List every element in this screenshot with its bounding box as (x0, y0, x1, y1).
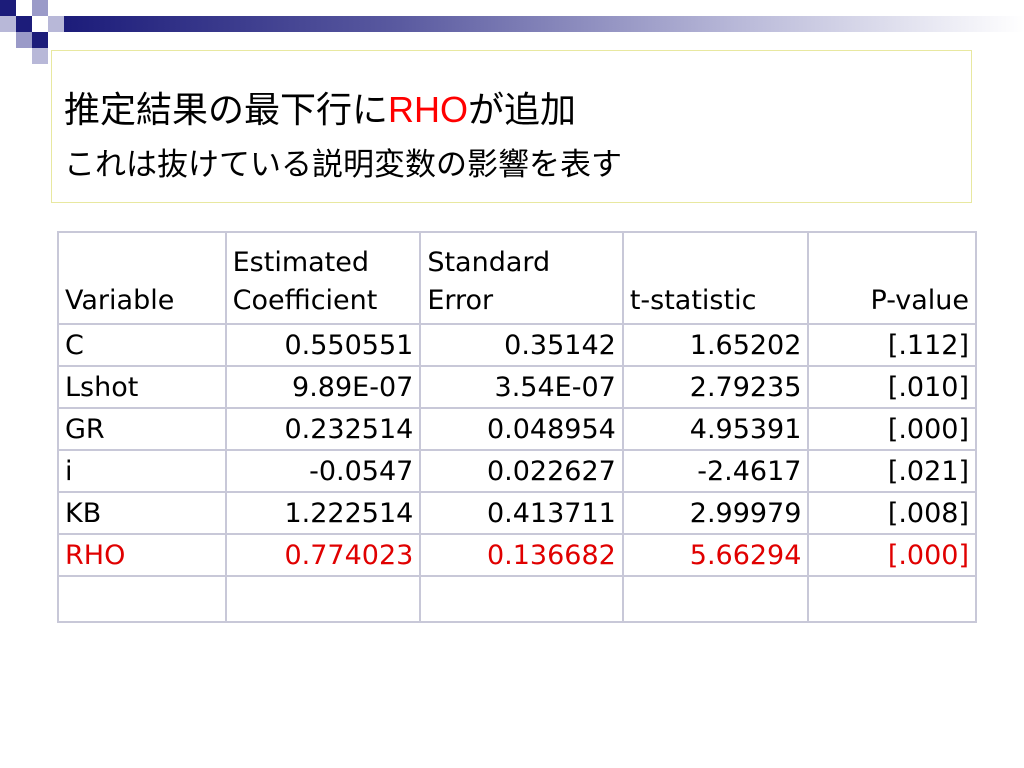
title-prefix: 推定結果の最下行に (64, 90, 389, 131)
p-value-cell: [.112] (807, 323, 977, 367)
std-error-cell: 0.136682 (419, 533, 624, 577)
empty-cell (419, 575, 624, 623)
coefficient-cell: 0.550551 (224, 323, 422, 367)
header-cell: Error (419, 278, 624, 325)
t-stat-cell: 5.66294 (621, 533, 810, 577)
coefficient-cell: 9.89E-07 (224, 365, 422, 409)
results-table: Estimated Standard Variable Coefficient … (57, 231, 977, 623)
variable-cell: C (57, 323, 227, 367)
t-stat-cell: 1.65202 (621, 323, 810, 367)
decor-square (48, 16, 64, 32)
decor-square (32, 16, 48, 32)
t-stat-cell: 4.95391 (621, 407, 810, 451)
slide: 推定結果の最下行にRHOが追加 これは抜けている説明変数の影響を表す Estim… (0, 0, 1024, 768)
table-row: GR 0.232514 0.048954 4.95391 [.000] (57, 407, 977, 451)
std-error-cell: 0.35142 (419, 323, 624, 367)
t-stat-cell: -2.4617 (621, 449, 810, 493)
title-box: 推定結果の最下行にRHOが追加 これは抜けている説明変数の影響を表す (51, 50, 972, 203)
decor-square (16, 0, 32, 16)
decor-square (0, 0, 16, 16)
decor-square (16, 32, 32, 48)
coefficient-cell: 1.222514 (224, 491, 422, 535)
std-error-cell: 0.413711 (419, 491, 624, 535)
variable-cell: GR (57, 407, 227, 451)
decor-square (0, 16, 16, 32)
empty-cell (57, 575, 227, 623)
variable-cell: i (57, 449, 227, 493)
table-row: KB 1.222514 0.413711 2.99979 [.008] (57, 491, 977, 535)
p-value-cell: [.010] (807, 365, 977, 409)
p-value-cell: [.021] (807, 449, 977, 493)
t-stat-cell: 2.79235 (621, 365, 810, 409)
header-cell (57, 231, 227, 278)
variable-cell: Lshot (57, 365, 227, 409)
header-cell: Variable (57, 278, 227, 325)
header-cell: Coefficient (224, 278, 422, 325)
decor-square (32, 0, 48, 16)
table-header-row-1: Estimated Standard (57, 231, 977, 278)
title-suffix: が追加 (468, 90, 577, 131)
decor-square (32, 32, 48, 48)
header-cell: Standard (419, 231, 624, 278)
empty-cell (621, 575, 810, 623)
empty-cell (807, 575, 977, 623)
title-highlight: RHO (388, 89, 469, 130)
variable-cell: RHO (57, 533, 227, 577)
coefficient-cell: -0.0547 (224, 449, 422, 493)
header-cell (807, 231, 977, 278)
table-row: i -0.0547 0.022627 -2.4617 [.021] (57, 449, 977, 493)
table-header-row-2: Variable Coefficient Error t-statistic P… (57, 278, 977, 325)
header-cell (621, 231, 810, 278)
coefficient-cell: 0.232514 (224, 407, 422, 451)
std-error-cell: 3.54E-07 (419, 365, 624, 409)
std-error-cell: 0.022627 (419, 449, 624, 493)
variable-cell: KB (57, 491, 227, 535)
slide-title: 推定結果の最下行にRHOが追加 (64, 81, 576, 133)
coefficient-cell: 0.774023 (224, 533, 422, 577)
p-value-cell: [.000] (807, 407, 977, 451)
table-row-empty (57, 575, 977, 623)
table-row: Lshot 9.89E-07 3.54E-07 2.79235 [.010] (57, 365, 977, 409)
decor-square (48, 32, 64, 48)
empty-cell (224, 575, 422, 623)
t-stat-cell: 2.99979 (621, 491, 810, 535)
std-error-cell: 0.048954 (419, 407, 624, 451)
p-value-cell: [.000] (807, 533, 977, 577)
header-cell: Estimated (224, 231, 422, 278)
decor-square (16, 16, 32, 32)
decor-square (32, 48, 48, 64)
header-cell: t-statistic (621, 278, 810, 325)
table-row-highlighted: RHO 0.774023 0.136682 5.66294 [.000] (57, 533, 977, 577)
header-gradient-bar (64, 16, 1024, 32)
table-row: C 0.550551 0.35142 1.65202 [.112] (57, 323, 977, 367)
p-value-cell: [.008] (807, 491, 977, 535)
header-cell: P-value (807, 278, 977, 325)
slide-subtitle: これは抜けている説明変数の影響を表す (64, 147, 622, 183)
